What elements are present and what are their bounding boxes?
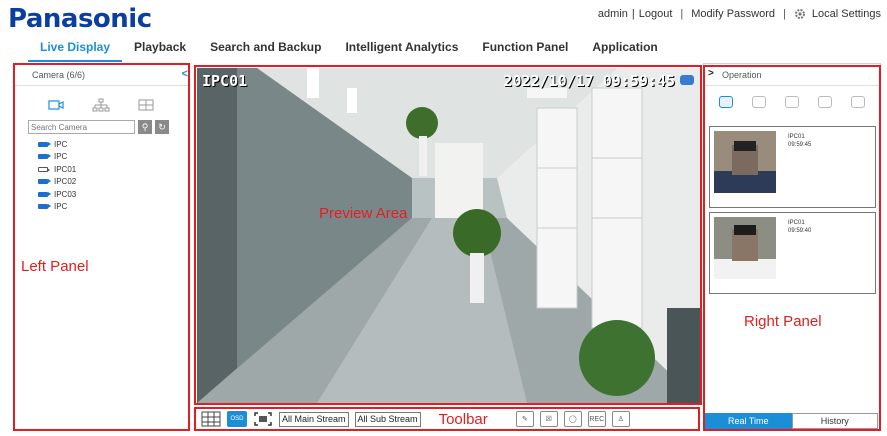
local-settings-link[interactable]: Local Settings <box>812 8 881 20</box>
snapshot-time: 09:59:40 <box>788 228 812 234</box>
snapshot-camera: IPC01 <box>788 220 805 226</box>
camera-icon <box>38 154 51 160</box>
gear-icon <box>794 9 805 19</box>
toolbar-annotation: Toolbar <box>438 410 488 428</box>
tab-function-panel[interactable]: Function Panel <box>470 36 580 62</box>
ptz-icon[interactable] <box>817 96 832 108</box>
right-panel-annotation: Right Panel <box>744 313 822 330</box>
brand-logo: Panasonic <box>8 4 152 34</box>
camera-icon <box>38 141 51 147</box>
snapshot-info: IPC01 09:59:40 <box>788 219 811 235</box>
face-detection-icon[interactable] <box>719 96 734 108</box>
toolbar-right-actions: ✎ ☒ ◯ REC ♙ <box>515 411 630 427</box>
camera-name: IPC01 <box>54 164 77 174</box>
fullscreen-icon[interactable] <box>253 411 273 427</box>
record-icon[interactable]: REC <box>587 411 606 427</box>
separator: | <box>680 8 684 20</box>
camera-view-icon[interactable] <box>47 98 65 112</box>
main-nav: Live Display Playback Search and Backup … <box>28 36 670 62</box>
face-thumbnail <box>714 131 776 193</box>
camera-count-title: Camera (6/6) <box>32 70 86 80</box>
separator: | <box>783 8 786 20</box>
list-item[interactable]: IPC03 <box>38 188 188 201</box>
camera-name: IPC <box>54 139 68 149</box>
right-panel: > Operation IPC01 09:59:45 IPC01 09:59:40 <box>703 63 881 430</box>
left-panel-annotation: Left Panel <box>21 258 89 275</box>
camera-icon <box>38 204 51 210</box>
all-sub-stream-button[interactable]: All Sub Stream <box>354 411 421 427</box>
face-thumbnail <box>714 217 776 279</box>
osd-camera-name: IPC01 <box>202 72 248 90</box>
modify-password-link[interactable]: Modify Password <box>691 8 775 20</box>
tab-live-display[interactable]: Live Display <box>28 36 123 62</box>
tab-search-and-backup[interactable]: Search and Backup <box>198 36 333 62</box>
talk-icon[interactable]: ♙ <box>611 411 630 427</box>
osd-timestamp: 2022/10/17 09:59:45 <box>503 72 675 90</box>
camera-feed-image <box>197 68 701 403</box>
tab-real-time[interactable]: Real Time <box>705 413 792 429</box>
camera-name: IPC <box>54 202 68 212</box>
snapshot-card[interactable]: IPC01 09:59:45 <box>709 126 876 208</box>
stop-camera-icon[interactable]: ☒ <box>539 411 558 427</box>
list-item[interactable]: IPC02 <box>38 176 188 189</box>
list-item[interactable]: IPC <box>38 201 188 214</box>
tab-history[interactable]: History <box>791 413 878 429</box>
operation-icons <box>704 86 880 118</box>
snapshot-icon[interactable]: ✎ <box>515 411 534 427</box>
vehicle-icon[interactable] <box>752 96 767 108</box>
all-main-stream-button[interactable]: All Main Stream <box>279 411 349 427</box>
collapse-left-icon[interactable]: < <box>182 68 188 80</box>
audio-icon[interactable]: ◯ <box>563 411 582 427</box>
app-root: Panasonic admin | Logout | Modify Passwo… <box>0 0 887 436</box>
camera-name: IPC02 <box>54 177 77 187</box>
tab-playback[interactable]: Playback <box>122 36 198 62</box>
settings-icon[interactable] <box>784 96 799 108</box>
search-icon[interactable]: ⚲ <box>138 120 152 134</box>
expand-right-icon[interactable]: > <box>708 68 714 79</box>
snapshot-info: IPC01 09:59:45 <box>788 133 811 149</box>
list-item[interactable]: IPC <box>38 138 188 151</box>
camera-list-header: Camera (6/6) < <box>14 64 188 86</box>
tab-application[interactable]: Application <box>580 36 669 62</box>
camera-name: IPC <box>54 152 68 162</box>
camera-icon <box>38 179 51 185</box>
search-camera-input[interactable] <box>28 120 135 134</box>
list-item[interactable]: IPC01 <box>38 163 188 176</box>
preview-area[interactable]: IPC01 2022/10/17 09:59:45 Preview Area <box>197 68 701 403</box>
list-item[interactable]: IPC <box>38 151 188 164</box>
tab-intelligent-analytics[interactable]: Intelligent Analytics <box>333 36 470 62</box>
toolbar: OSD All Main Stream All Sub Stream Toolb… <box>194 407 700 431</box>
snapshot-camera: IPC01 <box>788 134 805 140</box>
top-links: admin | Logout | Modify Password | Local… <box>598 8 881 20</box>
status-icon <box>680 75 694 85</box>
operation-header: > Operation <box>704 64 880 86</box>
camera-list: IPC IPC IPC01 IPC02 IPC03 IPC <box>14 134 188 213</box>
camera-icon <box>38 191 51 197</box>
snapshot-tabs: Real Time History <box>705 413 878 429</box>
group-view-icon[interactable] <box>92 98 110 112</box>
eye-icon[interactable] <box>850 96 865 108</box>
layout-view-icon[interactable] <box>137 98 155 112</box>
preview-area-annotation: Preview Area <box>319 205 408 222</box>
username: admin <box>597 8 628 20</box>
logout-link[interactable]: Logout <box>639 8 673 20</box>
snapshot-time: 09:59:45 <box>788 142 812 148</box>
screen-split-icon[interactable] <box>201 411 221 427</box>
snapshot-card[interactable]: IPC01 09:59:40 <box>709 212 876 294</box>
operation-title: Operation <box>722 70 762 80</box>
camera-search-row: ⚲ ↻ <box>14 120 188 134</box>
separator: | <box>631 8 635 20</box>
camera-icon <box>38 166 50 172</box>
left-panel: Camera (6/6) < ⚲ ↻ IPC IPC IPC01 IPC02 I… <box>13 63 189 430</box>
osd-button[interactable]: OSD <box>227 411 247 427</box>
camera-name: IPC03 <box>54 189 77 199</box>
refresh-icon[interactable]: ↻ <box>155 120 169 134</box>
